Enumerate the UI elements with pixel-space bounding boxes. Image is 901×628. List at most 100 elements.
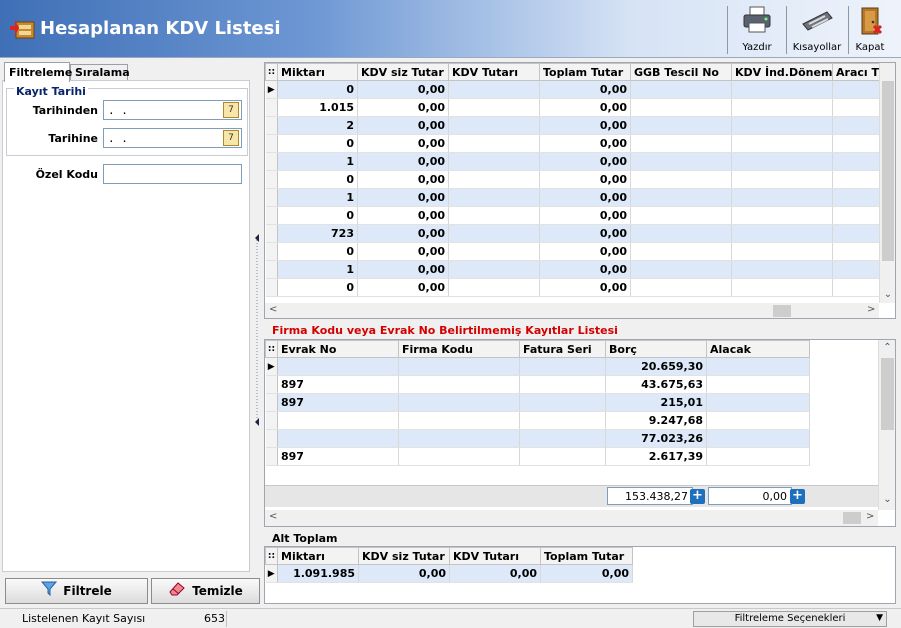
scrollbar-thumb[interactable] <box>843 512 861 524</box>
column-header[interactable]: Borç <box>605 340 707 358</box>
table-row[interactable]: 9.247,68 <box>265 411 810 430</box>
scroll-right-arrow[interactable]: > <box>866 511 874 522</box>
table-row[interactable]: 77.023,26 <box>265 429 810 448</box>
column-header[interactable]: Fatura Seri <box>519 340 606 358</box>
clear-button-label: Temizle <box>192 584 243 598</box>
table-cell <box>832 278 881 297</box>
close-button[interactable]: Kapat <box>850 4 890 56</box>
table-row[interactable]: 0 0,00 0,00 <box>265 134 881 153</box>
table-cell <box>706 357 810 376</box>
horizontal-scrollbar[interactable]: < > <box>265 510 878 526</box>
table-cell: 2 <box>277 116 358 135</box>
add-icon[interactable]: + <box>790 489 805 504</box>
table-cell <box>448 242 540 261</box>
table-cell <box>448 278 540 297</box>
table-cell <box>448 188 540 207</box>
table-cell <box>448 170 540 189</box>
table-cell: 0,00 <box>357 278 449 297</box>
column-header[interactable]: KDV İnd.Dönemi <box>731 63 833 81</box>
table-cell <box>398 357 520 376</box>
filter-options-dropdown[interactable]: Filtreleme Seçenekleri ▼ <box>693 611 887 627</box>
table-row[interactable]: 0 0,00 0,00 <box>265 278 881 297</box>
special-code-input[interactable] <box>103 164 242 184</box>
table-cell: 0,00 <box>539 134 631 153</box>
table-row[interactable]: 0 0,00 0,00 <box>265 242 881 261</box>
table-cell: 1 <box>277 260 358 279</box>
table-row[interactable]: 2 0,00 0,00 <box>265 116 881 135</box>
table-row[interactable]: 0 0,00 0,00 <box>265 206 881 225</box>
add-icon[interactable]: + <box>690 489 705 504</box>
table-cell: 2.617,39 <box>605 447 707 466</box>
filter-button[interactable]: Filtrele <box>5 578 148 604</box>
column-header: KDV siz Tutar <box>358 547 450 565</box>
row-indicator <box>265 393 278 412</box>
table-row[interactable]: 897 43.675,63 <box>265 375 810 394</box>
calendar-icon[interactable]: 7 <box>223 102 239 118</box>
column-header[interactable]: Aracı TC <box>832 63 881 81</box>
toolbar-separator <box>786 6 787 54</box>
scroll-right-arrow[interactable]: > <box>867 304 875 315</box>
table-cell: 20.659,30 <box>605 357 707 376</box>
table-cell: 0,00 <box>357 206 449 225</box>
print-button[interactable]: Yazdır <box>730 4 784 56</box>
column-header[interactable]: KDV siz Tutar <box>357 63 449 81</box>
table-cell: 1 <box>277 152 358 171</box>
table-cell: 897 <box>277 447 399 466</box>
horizontal-scrollbar[interactable]: < > <box>265 303 879 318</box>
table-row[interactable]: 1 0,00 0,00 <box>265 188 881 207</box>
vertical-scrollbar[interactable]: ⌄ <box>879 63 895 303</box>
to-date-input[interactable]: . . <box>103 128 242 148</box>
table-cell <box>731 206 833 225</box>
table-cell <box>398 375 520 394</box>
column-header[interactable]: Toplam Tutar <box>539 63 631 81</box>
scroll-up-arrow[interactable]: ⌃ <box>879 342 895 353</box>
column-header[interactable]: Firma Kodu <box>398 340 520 358</box>
scrollbar-thumb[interactable] <box>773 305 791 317</box>
tab-sorting[interactable]: Sıralama <box>70 64 130 81</box>
scroll-left-arrow[interactable]: < <box>269 304 277 315</box>
print-label: Yazdır <box>742 42 772 53</box>
tab-filtering[interactable]: Filtreleme <box>4 62 72 82</box>
scroll-down-arrow[interactable]: ⌄ <box>880 289 895 300</box>
table-cell <box>630 242 732 261</box>
from-date-input[interactable]: . . <box>103 100 242 120</box>
shortcuts-button[interactable]: Kısayollar <box>788 4 846 56</box>
table-row[interactable]: 1 0,00 0,00 <box>265 260 881 279</box>
table-cell: 9.247,68 <box>605 411 707 430</box>
column-header[interactable]: GGB Tescil No <box>630 63 732 81</box>
table-cell: 0,00 <box>357 116 449 135</box>
table-row[interactable]: 1.015 0,00 0,00 <box>265 98 881 117</box>
table-row[interactable]: ▶ 1.091.985 0,00 0,00 0,00 <box>265 564 633 583</box>
table-row[interactable]: 1 0,00 0,00 <box>265 152 881 171</box>
grid-corner: :: <box>265 63 278 81</box>
scroll-left-arrow[interactable]: < <box>269 511 277 522</box>
table-row[interactable]: 897 2.617,39 <box>265 447 810 466</box>
table-cell <box>731 98 833 117</box>
table-cell: 215,01 <box>605 393 707 412</box>
column-header[interactable]: KDV Tutarı <box>448 63 540 81</box>
table-row[interactable]: ▶ 0 0,00 0,00 <box>265 80 881 99</box>
clear-button[interactable]: Temizle <box>151 578 260 604</box>
row-indicator <box>265 242 278 261</box>
table-cell: 0 <box>277 206 358 225</box>
table-row[interactable]: ▶ 20.659,30 <box>265 357 810 376</box>
column-header[interactable]: Alacak <box>706 340 810 358</box>
table-cell <box>731 134 833 153</box>
table-row[interactable]: 897 215,01 <box>265 393 810 412</box>
table-cell <box>832 206 881 225</box>
column-header[interactable]: Evrak No <box>277 340 399 358</box>
table-cell: 0,00 <box>539 80 631 99</box>
scrollbar-thumb[interactable] <box>882 81 894 261</box>
table-cell: 0 <box>277 170 358 189</box>
column-header[interactable]: Miktarı <box>277 63 358 81</box>
panel-splitter[interactable] <box>253 230 261 430</box>
scroll-down-arrow[interactable]: ⌄ <box>879 494 895 505</box>
calendar-icon[interactable]: 7 <box>223 130 239 146</box>
vertical-scrollbar[interactable]: ⌃ ⌄ <box>878 340 895 510</box>
table-row[interactable]: 723 0,00 0,00 <box>265 224 881 243</box>
row-pointer-icon: ▶ <box>265 357 278 376</box>
scrollbar-thumb[interactable] <box>881 358 894 430</box>
table-cell: 0,00 <box>540 564 633 583</box>
row-indicator <box>265 206 278 225</box>
table-row[interactable]: 0 0,00 0,00 <box>265 170 881 189</box>
